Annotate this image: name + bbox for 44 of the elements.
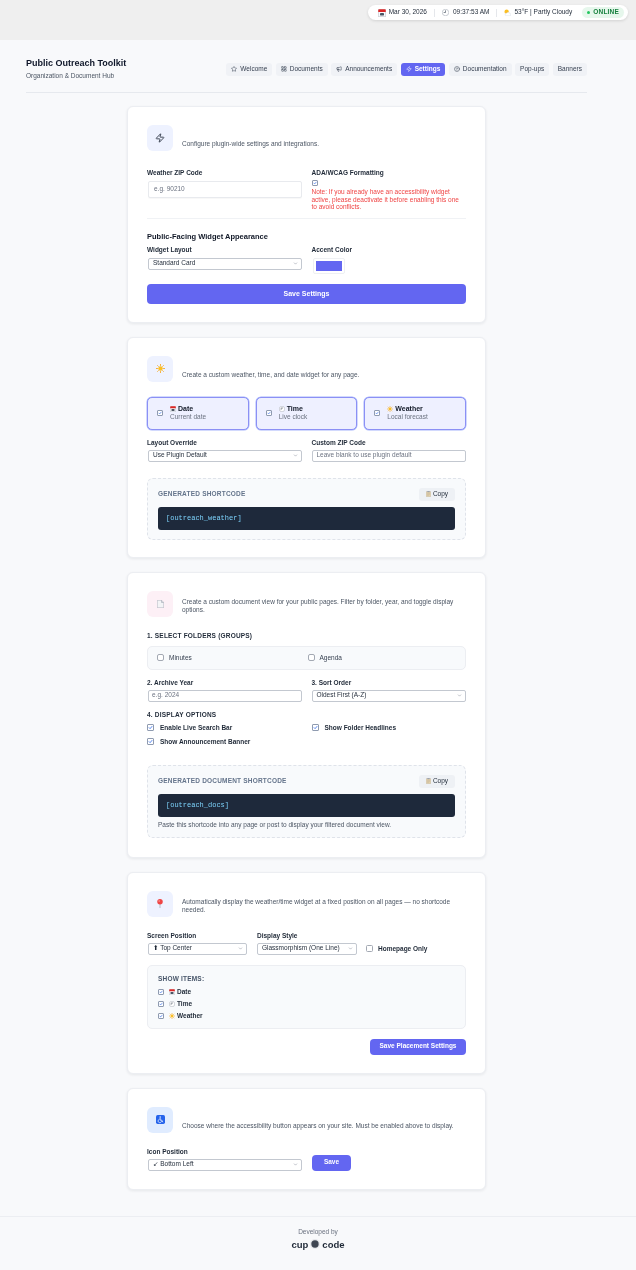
lightning-icon	[405, 66, 412, 72]
chevron-down-icon	[292, 453, 298, 458]
sun-icon	[387, 406, 394, 412]
chevron-down-icon	[293, 1162, 298, 1167]
checkbox[interactable]	[157, 654, 164, 661]
grid-icon	[280, 66, 287, 72]
page-title: Public Outreach Toolkit	[26, 58, 127, 69]
checkbox[interactable]	[158, 1000, 164, 1007]
checkbox[interactable]	[311, 180, 318, 186]
document-icon	[147, 590, 173, 617]
checkbox[interactable]	[157, 410, 163, 416]
clock-icon	[441, 9, 449, 16]
checkbox[interactable]	[158, 988, 164, 995]
megaphone-icon	[336, 66, 343, 72]
star-icon	[231, 66, 238, 72]
clipboard-icon	[425, 778, 431, 784]
sun-icon	[169, 1012, 175, 1019]
pin-icon	[147, 890, 173, 917]
checkbox[interactable]	[374, 410, 381, 416]
checkbox[interactable]	[265, 410, 272, 416]
calendar-icon	[170, 406, 176, 412]
calendar-icon	[169, 988, 175, 995]
calendar-icon	[377, 8, 386, 17]
checkbox[interactable]	[147, 738, 154, 745]
sun-icon	[147, 355, 173, 382]
logo-text: code	[322, 1238, 345, 1250]
logo-mark-icon	[310, 1239, 321, 1249]
logo-text: cup	[291, 1238, 309, 1250]
chevron-down-icon	[457, 693, 462, 698]
clock-icon	[169, 1000, 175, 1007]
checkbox[interactable]	[147, 724, 154, 731]
sun-cloud-icon	[504, 9, 512, 16]
checkbox[interactable]	[307, 654, 315, 661]
wheelchair-icon	[147, 1106, 173, 1133]
clock-icon	[278, 406, 285, 412]
clipboard-icon	[425, 491, 431, 497]
checkbox[interactable]	[366, 945, 373, 952]
chevron-down-icon	[238, 946, 243, 951]
help-icon	[453, 66, 460, 72]
chevron-down-icon	[292, 261, 298, 266]
lightning-icon	[147, 125, 173, 151]
checkbox[interactable]	[311, 724, 319, 731]
chevron-down-icon	[348, 946, 353, 951]
checkbox[interactable]	[158, 1012, 164, 1019]
